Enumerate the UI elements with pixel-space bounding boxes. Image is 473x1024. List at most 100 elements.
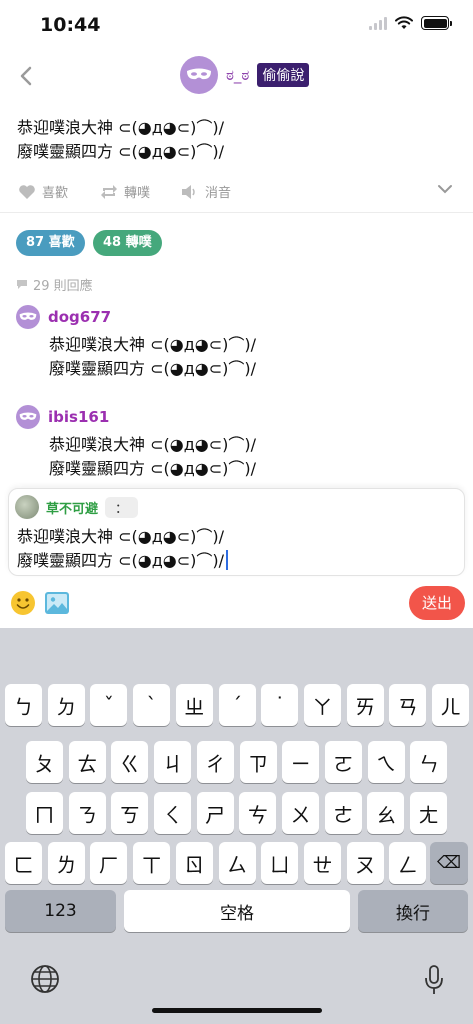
replurk-button[interactable]: 轉噗 xyxy=(100,182,150,201)
key[interactable]: ㄧ xyxy=(282,741,320,783)
reply-username: ibis161 xyxy=(48,408,110,426)
key[interactable]: ㄖ xyxy=(175,842,213,884)
backspace-key[interactable]: ⌫ xyxy=(430,842,468,884)
post-line: 廢噗靈顯四方 ⊂(◕д◕⊂)⌒)/ xyxy=(17,142,225,161)
home-indicator xyxy=(152,1008,322,1013)
reply-line: 廢噗靈顯四方 ⊂(◕д◕⊂)⌒)/ xyxy=(49,459,257,478)
key[interactable]: ㄞ xyxy=(346,684,384,726)
reply-author[interactable]: dog677 xyxy=(16,305,111,329)
signal-icon xyxy=(369,16,387,30)
anonymous-badge: 偷偷說 xyxy=(257,63,310,87)
like-label: 喜歡 xyxy=(42,186,69,201)
key[interactable]: ㄥ xyxy=(389,842,427,884)
text-caret xyxy=(226,550,229,570)
key[interactable]: ㄋ xyxy=(68,792,106,834)
key[interactable]: ㄣ xyxy=(410,741,448,783)
key[interactable]: ㄑ xyxy=(153,792,191,834)
chevron-down-icon[interactable] xyxy=(437,184,453,194)
reply-line: 恭迎噗浪大神 ⊂(◕д◕⊂)⌒)/ xyxy=(49,435,257,454)
like-button[interactable]: 喜歡 xyxy=(18,182,68,201)
heart-icon xyxy=(19,184,35,199)
numbers-key[interactable]: 123 xyxy=(5,890,116,932)
space-key[interactable]: 空格 xyxy=(124,890,350,932)
replurk-label: 轉噗 xyxy=(124,186,151,201)
key[interactable]: ㄚ xyxy=(303,684,341,726)
header-author[interactable]: ಠ_ಠ 偷偷說 xyxy=(180,56,310,94)
key[interactable]: ㄓ xyxy=(175,684,213,726)
compose-box[interactable]: 草不可避 ： 恭迎噗浪大神 ⊂(◕д◕⊂)⌒)/ 廢噗靈顯四方 ⊂(◕д◕⊂)⌒)… xyxy=(8,488,465,576)
key[interactable]: ㄔ xyxy=(196,741,234,783)
keyboard: ㄅㄉ ˇ ˋ ㄓ ˊ ˙ ㄚㄞㄢㄦㄆㄊㄍㄐㄔㄗㄧㄛㄟㄣㄇㄋㄎㄑㄕㄘㄨㄜㄠㄤㄈㄌㄏㄒㄖㄙㄩㄝㄡ… xyxy=(0,628,473,1024)
mask-avatar-icon xyxy=(16,305,40,329)
key[interactable]: ㄠ xyxy=(367,792,405,834)
key[interactable]: ㄈ xyxy=(5,842,42,884)
key[interactable]: ㄇ xyxy=(25,792,63,834)
key[interactable]: ㄙ xyxy=(218,842,256,884)
key[interactable]: ㄉ xyxy=(47,684,85,726)
key[interactable]: ˇ xyxy=(90,684,128,726)
compose-header: 草不可避 ： xyxy=(15,495,139,519)
wifi-icon xyxy=(395,16,413,29)
battery-icon xyxy=(421,16,452,30)
key[interactable]: ㄩ xyxy=(261,842,299,884)
key[interactable]: ㄨ xyxy=(282,792,320,834)
key[interactable]: ㄒ xyxy=(133,842,171,884)
key[interactable]: ㄐ xyxy=(154,741,192,783)
reply-count: 29 則回應 xyxy=(16,275,93,294)
key[interactable]: ㄟ xyxy=(367,741,405,783)
key[interactable]: ㄏ xyxy=(90,842,128,884)
key[interactable]: ㄎ xyxy=(111,792,149,834)
status-time: 10:44 xyxy=(40,14,101,36)
key[interactable]: ˙ xyxy=(261,684,299,726)
key[interactable]: ㄦ xyxy=(432,684,469,726)
key[interactable]: ˋ xyxy=(133,684,171,726)
key[interactable]: ㄆ xyxy=(26,741,63,783)
mask-avatar-icon xyxy=(180,56,218,94)
key[interactable]: ㄡ xyxy=(346,842,384,884)
replurks-count-badge[interactable]: 48 轉噗 xyxy=(93,230,162,256)
compose-line: 廢噗靈顯四方 ⊂(◕д◕⊂)⌒)/ xyxy=(17,551,225,570)
key[interactable]: ㄕ xyxy=(196,792,234,834)
key[interactable]: ㄅ xyxy=(5,684,42,726)
mute-label: 消音 xyxy=(205,186,232,201)
mask-avatar-icon xyxy=(16,405,40,429)
compose-input[interactable]: 恭迎噗浪大神 ⊂(◕д◕⊂)⌒)/ 廢噗靈顯四方 ⊂(◕д◕⊂)⌒)/ xyxy=(17,525,229,573)
header: ಠ_ಠ 偷偷說 xyxy=(0,52,473,100)
key[interactable]: ㄝ xyxy=(303,842,341,884)
reply-author[interactable]: ibis161 xyxy=(16,405,109,429)
status-bar: 10:44 xyxy=(0,0,473,50)
speaker-icon xyxy=(182,184,195,199)
reply-count-label: 29 則回應 xyxy=(33,279,93,294)
key[interactable]: ㄌ xyxy=(47,842,85,884)
likes-count-badge[interactable]: 87 喜歡 xyxy=(16,230,85,256)
key[interactable]: ㄗ xyxy=(239,741,277,783)
compose-username: 草不可避 xyxy=(46,501,99,517)
speech-bubble-icon xyxy=(17,280,27,289)
return-key[interactable]: 換行 xyxy=(358,890,468,932)
replurk-icon xyxy=(101,184,117,199)
globe-icon[interactable] xyxy=(30,964,60,994)
header-name: ಠ_ಠ xyxy=(226,66,250,84)
reply-line: 恭迎噗浪大神 ⊂(◕д◕⊂)⌒)/ xyxy=(49,335,257,354)
microphone-icon[interactable] xyxy=(424,964,444,996)
mute-button[interactable]: 消音 xyxy=(181,182,231,201)
send-button[interactable]: 送出 xyxy=(409,586,465,620)
key[interactable]: ㄊ xyxy=(68,741,106,783)
divider xyxy=(0,212,473,213)
reply-content: 恭迎噗浪大神 ⊂(◕д◕⊂)⌒)/ 廢噗靈顯四方 ⊂(◕д◕⊂)⌒)/ xyxy=(49,333,256,381)
compose-line: 恭迎噗浪大神 ⊂(◕д◕⊂)⌒)/ xyxy=(17,527,225,546)
back-icon[interactable] xyxy=(14,60,38,92)
post-line: 恭迎噗浪大神 ⊂(◕д◕⊂)⌒)/ xyxy=(17,118,225,137)
key[interactable]: ㄜ xyxy=(324,792,362,834)
key[interactable]: ㄍ xyxy=(111,741,149,783)
key[interactable]: ㄤ xyxy=(410,792,448,834)
key[interactable]: ˊ xyxy=(218,684,256,726)
post-content: 恭迎噗浪大神 ⊂(◕д◕⊂)⌒)/ 廢噗靈顯四方 ⊂(◕д◕⊂)⌒)/ xyxy=(17,116,224,164)
key[interactable]: ㄢ xyxy=(389,684,427,726)
key[interactable]: ㄘ xyxy=(239,792,277,834)
emoji-icon[interactable] xyxy=(10,590,36,616)
qualifier-select[interactable]: ： xyxy=(105,496,139,518)
image-icon[interactable] xyxy=(44,591,70,615)
compose-toolbar: 送出 xyxy=(0,584,473,624)
key[interactable]: ㄛ xyxy=(324,741,362,783)
